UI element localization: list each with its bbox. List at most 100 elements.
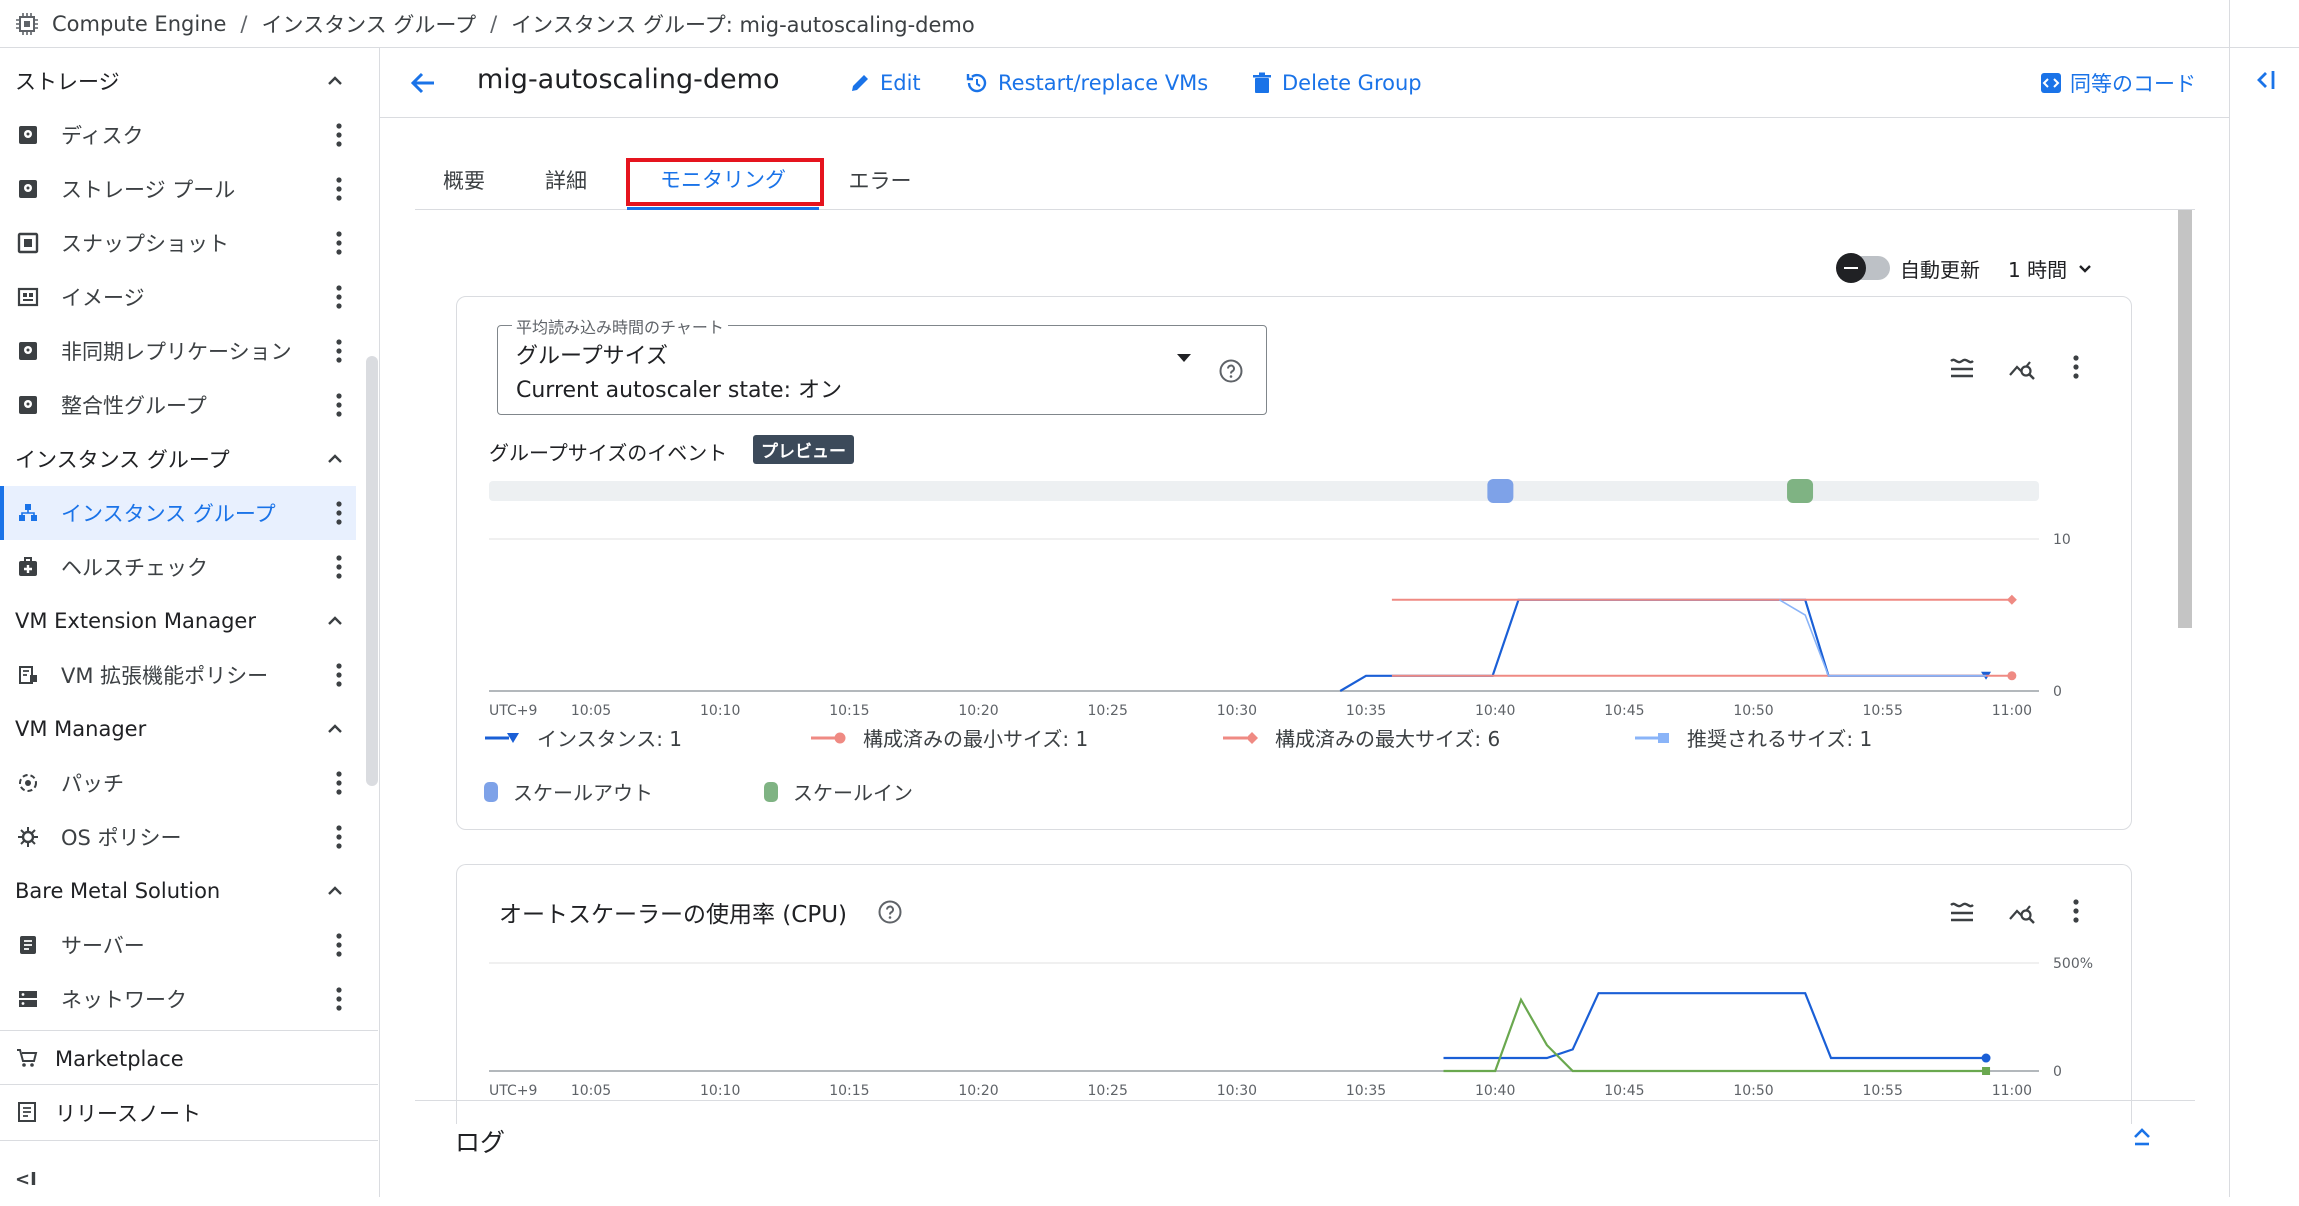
expand-logs-icon[interactable] [2129,1123,2155,1149]
time-period-value: 1 時間 [2008,257,2068,282]
explore-chart-icon[interactable] [2007,897,2037,927]
consistency-group-icon [15,392,41,418]
edit-button-label: Edit [880,71,921,95]
restart-replace-button[interactable]: Restart/replace VMs [964,66,1208,100]
legend-scale-in[interactable]: スケールイン [763,777,913,806]
auto-refresh-toggle[interactable] [1836,253,1890,283]
sidebar-link-marketplace[interactable]: Marketplace [0,1032,378,1086]
event-marker-1 [1487,479,1514,503]
help-icon[interactable] [1218,358,1244,384]
x-tick-label: 10:05 [571,1083,611,1099]
sidebar-divider [0,1030,378,1031]
equivalent-code-button[interactable]: 同等のコード [2040,66,2196,100]
sidebar-section-instance-groups[interactable]: インスタンス グループ [0,432,360,486]
x-tick-label: 10:45 [1604,703,1644,719]
sidebar-item-patch[interactable]: パッチ [0,756,356,810]
edit-button[interactable]: Edit [848,66,921,100]
sidebar-link-label: Marketplace [55,1047,184,1071]
tab-overview[interactable]: 概要 [431,150,497,210]
sidebar-link-release-notes[interactable]: リリースノート [0,1086,378,1140]
legend-recommended-size[interactable]: 推奨されるサイズ: 1 [1633,723,1872,752]
y-tick-label: 0 [2053,684,2062,700]
more-vert-icon[interactable] [334,931,344,959]
chart-metric-select[interactable]: 平均読み込み時間のチャート グループサイズ Current autoscaler… [497,314,1267,415]
legend-label: 構成済みの最小サイズ: 1 [863,727,1089,751]
legend-min-size[interactable]: 構成済みの最小サイズ: 1 [809,723,1088,752]
monitoring-toolbar: 自動更新 1 時間 [1836,250,2097,286]
sidebar-section-vm-extension-manager[interactable]: VM Extension Manager [0,594,360,648]
sidebar-item-disks[interactable]: ディスク [0,108,356,162]
sidebar-item-images[interactable]: イメージ [0,270,356,324]
disk-icon [15,122,41,148]
sidebar-item-servers[interactable]: サーバー [0,918,356,972]
more-vert-icon[interactable] [2071,897,2081,925]
chevron-down-icon [2079,265,2091,273]
tab-errors[interactable]: エラー [835,150,925,210]
more-vert-icon[interactable] [334,553,344,581]
arrow-back-icon[interactable] [406,66,440,100]
sidebar-item-snapshots[interactable]: スナップショット [0,216,356,270]
chart-legend-toggle-icon[interactable] [1947,897,1977,927]
collapse-panel-icon[interactable] [2252,66,2280,94]
more-vert-icon[interactable] [334,121,344,149]
sidebar-item-os-policies[interactable]: OS ポリシー [0,810,356,864]
sidebar-section-vm-manager[interactable]: VM Manager [0,702,360,756]
sidebar-item-storage-pools[interactable]: ストレージ プール [0,162,356,216]
more-vert-icon[interactable] [334,823,344,851]
sidebar-section-label: VM Extension Manager [15,609,256,633]
equivalent-code-label: 同等のコード [2070,72,2196,96]
sidebar-scrollbar[interactable] [366,356,378,786]
sidebar-section-label: Bare Metal Solution [15,879,221,903]
sidebar-divider [0,1084,378,1085]
cpu-card-title: オートスケーラーの使用率 (CPU) [499,902,848,928]
series-line-4 [1778,599,1986,677]
time-period-select[interactable]: 1 時間 [2008,254,2097,283]
sidebar-item-label: OS ポリシー [61,826,182,850]
sidebar-item-networks[interactable]: ネットワーク [0,972,356,1026]
legend-instances[interactable]: インスタンス: 1 [483,723,682,752]
breadcrumb-instance-groups[interactable]: インスタンス グループ [262,9,477,39]
sidebar-item-health-checks[interactable]: ヘルスチェック [0,540,356,594]
more-vert-icon[interactable] [334,229,344,257]
more-vert-icon[interactable] [334,661,344,689]
more-vert-icon[interactable] [334,769,344,797]
x-tick-label: 10:30 [1217,703,1257,719]
help-icon[interactable] [877,899,903,925]
sidebar-collapse-button[interactable]: <I [0,1152,378,1206]
x-tick-label: 10:10 [700,1083,740,1099]
more-vert-icon[interactable] [334,337,344,365]
breadcrumb-compute-engine[interactable]: Compute Engine [52,12,226,36]
trash-icon [1253,72,1271,93]
more-vert-icon[interactable] [334,283,344,311]
sidebar-item-label: 整合性グループ [61,394,207,418]
x-tick-label: 10:15 [829,703,869,719]
patch-icon [15,770,41,796]
tab-details[interactable]: 詳細 [533,150,599,210]
sidebar-item-label: ネットワーク [61,988,187,1012]
content-scrollbar[interactable] [2178,210,2192,628]
chart-legend-toggle-icon[interactable] [1947,353,1977,383]
sidebar-section-bare-metal-solution[interactable]: Bare Metal Solution [0,864,360,918]
page-header: mig-autoscaling-demo Edit Restart/replac… [380,48,2230,118]
legend-max-size[interactable]: 構成済みの最大サイズ: 6 [1221,723,1500,752]
more-vert-icon[interactable] [334,499,344,527]
more-vert-icon[interactable] [2071,353,2081,381]
sidebar-item-vm-extension-policies[interactable]: VM 拡張機能ポリシー [0,648,356,702]
sidebar-item-instance-groups[interactable]: インスタンス グループ [0,486,356,540]
more-vert-icon[interactable] [334,391,344,419]
network-icon [15,986,41,1012]
sidebar-item-async-replication[interactable]: 非同期レプリケーション [0,324,356,378]
x-tick-label: 10:35 [1346,703,1386,719]
chevron-up-icon [328,886,342,895]
explore-chart-icon[interactable] [2007,353,2037,383]
tab-monitoring[interactable]: モニタリング [627,150,819,210]
x-tick-label: 10:10 [700,703,740,719]
legend-scale-out[interactable]: スケールアウト [483,777,653,806]
sidebar-section-storage[interactable]: ストレージ [0,54,360,108]
delete-group-button[interactable]: Delete Group [1250,66,1422,100]
more-vert-icon[interactable] [334,175,344,203]
more-vert-icon[interactable] [334,985,344,1013]
series-line-1 [1443,992,1986,1060]
sidebar-item-consistency-groups[interactable]: 整合性グループ [0,378,356,432]
sidebar-item-label: ヘルスチェック [61,556,208,580]
